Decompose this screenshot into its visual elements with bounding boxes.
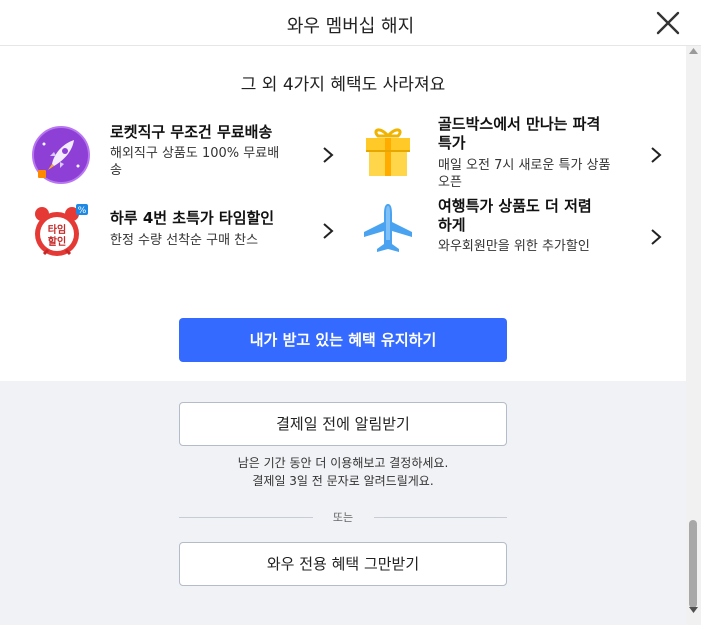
- scrollbar[interactable]: [686, 46, 701, 625]
- airplane-icon: [360, 200, 416, 260]
- chevron-right-icon: [323, 147, 334, 163]
- benefit-desc: 송: [110, 163, 122, 178]
- notice-text: 남은 기간 동안 더 이용해보고 결정하세요.: [237, 456, 449, 470]
- modal-header: 와우 멤버십 해지: [0, 0, 701, 46]
- clock-text: 할인: [48, 235, 66, 248]
- benefit-travel[interactable]: 여행특가 상품도 더 저렴 하게 와우회원만을 위한 추가할인: [360, 196, 670, 262]
- benefit-title: 하루 4번 초특가 타임할인: [110, 209, 275, 227]
- gift-box-icon: [360, 124, 416, 184]
- scroll-down-arrow-icon[interactable]: [689, 607, 698, 613]
- benefit-time-sale[interactable]: % 타임 할인 하루 4번 초특가 타임할인 한정 수량 선착순 구매 찬스: [30, 202, 340, 262]
- close-button[interactable]: [655, 10, 681, 36]
- section-heading: 그 외 4가지 혜택도 사라져요: [240, 75, 446, 95]
- modal-title: 와우 멤버십 해지: [286, 16, 415, 37]
- alarm-clock-icon: % 타임 할인: [32, 202, 92, 264]
- benefit-desc: 오픈: [438, 175, 462, 190]
- chevron-right-icon: [651, 147, 662, 163]
- scroll-up-arrow-icon[interactable]: [689, 48, 698, 54]
- remind-before-payment-button[interactable]: 결제일 전에 알림받기: [179, 402, 507, 446]
- percent-badge: %: [78, 206, 87, 216]
- benefit-goldbox[interactable]: 골드박스에서 만나는 파격 특가 매일 오전 7시 새로운 특가 상품 오픈: [360, 114, 670, 194]
- benefit-desc: 매일 오전 7시 새로운 특가 상품: [438, 158, 611, 173]
- benefit-desc: 해외직구 상품도 100% 무료배: [110, 146, 280, 161]
- benefit-title: 여행특가 상품도 더 저렴: [438, 197, 592, 215]
- close-icon: [656, 11, 680, 35]
- divider: [374, 517, 507, 518]
- notice-text: 결제일 3일 전 문자로 알려드릴게요.: [252, 474, 434, 488]
- chevron-right-icon: [323, 223, 334, 239]
- modal-content: 그 외 4가지 혜택도 사라져요 로켓직구 무조건 무료배송 해외직구 상품도 …: [0, 46, 686, 625]
- benefit-desc: 와우회원만을 위한 추가할인: [438, 239, 590, 254]
- benefit-title: 하게: [438, 216, 466, 234]
- benefit-rocket-direct[interactable]: 로켓직구 무조건 무료배송 해외직구 상품도 100% 무료배 송: [30, 122, 340, 188]
- clock-text: 타임: [48, 223, 66, 236]
- rocket-icon: [32, 126, 90, 188]
- scrollbar-thumb[interactable]: [689, 520, 697, 608]
- benefit-title: 골드박스에서 만나는 파격: [438, 115, 601, 133]
- benefit-title: 로켓직구 무조건 무료배송: [110, 123, 273, 141]
- or-label: 또는: [332, 511, 354, 524]
- benefit-desc: 한정 수량 선착순 구매 찬스: [110, 233, 259, 248]
- benefit-title: 특가: [438, 134, 466, 152]
- alternatives-section: 결제일 전에 알림받기 남은 기간 동안 더 이용해보고 결정하세요. 결제일 …: [0, 381, 686, 625]
- benefits-section: 그 외 4가지 혜택도 사라져요 로켓직구 무조건 무료배송 해외직구 상품도 …: [0, 46, 686, 381]
- stop-wow-benefits-button[interactable]: 와우 전용 혜택 그만받기: [179, 542, 507, 586]
- chevron-right-icon: [651, 229, 662, 245]
- keep-benefits-button[interactable]: 내가 받고 있는 혜택 유지하기: [179, 318, 507, 362]
